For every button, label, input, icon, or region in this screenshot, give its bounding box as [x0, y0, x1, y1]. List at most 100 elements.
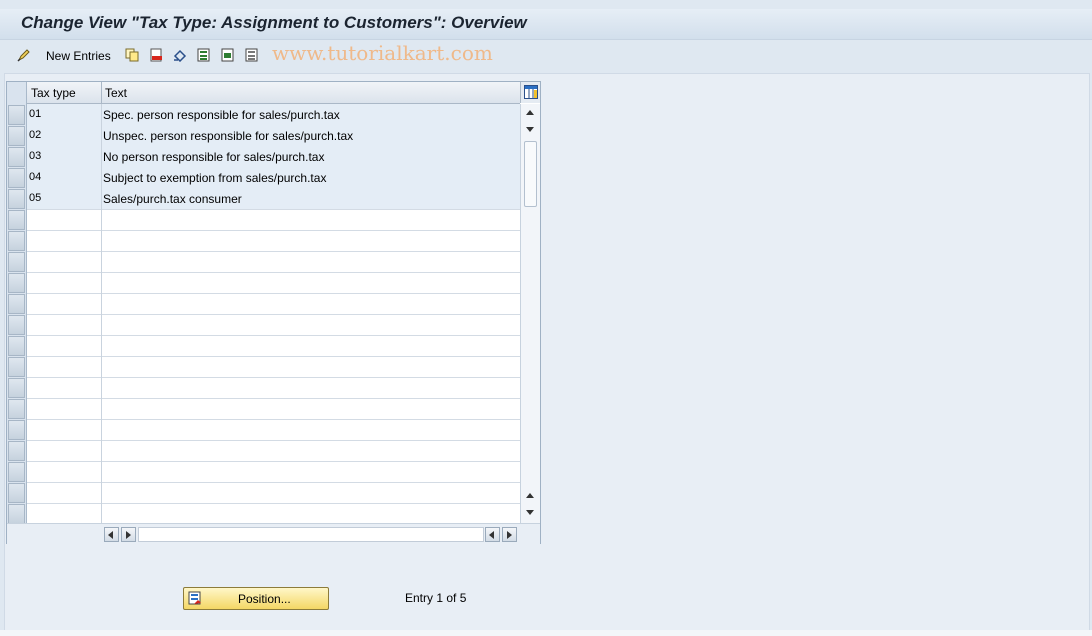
- table-row: [27, 314, 520, 336]
- table-row[interactable]: 02 Unspec. person responsible for sales/p…: [27, 125, 520, 147]
- table-settings-button[interactable]: [520, 82, 540, 103]
- title-bar: Change View "Tax Type: Assignment to Cus…: [0, 9, 1092, 40]
- scroll-left-button[interactable]: [485, 527, 500, 542]
- column-header-text[interactable]: Text: [105, 86, 127, 100]
- select-all-icon[interactable]: [197, 48, 211, 62]
- application-toolbar: New Entries www.tutorialkart.com: [0, 40, 1092, 72]
- cell-text: Unspec. person responsible for sales/pur…: [103, 129, 354, 143]
- column-separator: [101, 293, 102, 314]
- change-display-icon[interactable]: [17, 48, 31, 62]
- row-selector[interactable]: [8, 231, 25, 251]
- new-entries-button[interactable]: New Entries: [46, 49, 111, 63]
- table-row[interactable]: 03 No person responsible for sales/purch.…: [27, 146, 520, 168]
- scroll-left-button[interactable]: [104, 527, 119, 542]
- row-selector[interactable]: [8, 294, 25, 314]
- vertical-scrollbar[interactable]: [520, 104, 540, 523]
- table-row: [27, 335, 520, 357]
- row-selector[interactable]: [8, 105, 25, 125]
- column-separator: [101, 419, 102, 440]
- table-row[interactable]: 01 Spec. person responsible for sales/pur…: [27, 104, 520, 126]
- undo-icon[interactable]: [173, 48, 187, 62]
- row-selector[interactable]: [8, 126, 25, 146]
- cell-tax-type: 04: [29, 171, 42, 183]
- column-separator: [101, 503, 102, 524]
- row-selector[interactable]: [8, 420, 25, 440]
- row-selector[interactable]: [8, 462, 25, 482]
- table-row: [27, 398, 520, 420]
- scroll-down-icon[interactable]: [526, 127, 534, 132]
- row-selector[interactable]: [8, 189, 25, 209]
- row-selector[interactable]: [8, 441, 25, 461]
- table-row: [27, 356, 520, 378]
- column-separator: [101, 377, 102, 398]
- row-selector[interactable]: [8, 147, 25, 167]
- row-selector[interactable]: [8, 483, 25, 503]
- table-row: [27, 440, 520, 462]
- copy-icon[interactable]: [125, 48, 139, 62]
- table-row: [27, 251, 520, 273]
- table-settings-icon: [524, 85, 538, 99]
- column-separator: [101, 167, 102, 188]
- cell-text: Spec. person responsible for sales/purch…: [103, 108, 340, 122]
- status-strip: [0, 630, 1092, 636]
- cell-text: No person responsible for sales/purch.ta…: [103, 150, 325, 164]
- chevron-left-icon: [108, 531, 113, 539]
- scrollbar-thumb[interactable]: [524, 141, 537, 207]
- column-separator: [101, 146, 102, 167]
- delete-icon[interactable]: [149, 48, 163, 62]
- row-selector[interactable]: [8, 504, 25, 524]
- table-row[interactable]: 05 Sales/purch.tax consumer: [27, 188, 520, 210]
- horizontal-scrollbar[interactable]: [138, 527, 484, 542]
- column-separator: [101, 188, 102, 209]
- chevron-left-icon: [489, 531, 494, 539]
- row-selector[interactable]: [8, 210, 25, 230]
- column-separator: [101, 356, 102, 377]
- table-row: [27, 461, 520, 483]
- column-separator: [101, 398, 102, 419]
- column-separator: [101, 82, 102, 103]
- row-selector-column: [7, 82, 27, 524]
- scroll-up-icon[interactable]: [526, 493, 534, 498]
- scroll-right-button[interactable]: [502, 527, 517, 542]
- cell-tax-type: 02: [29, 129, 42, 141]
- row-selector[interactable]: [8, 399, 25, 419]
- column-separator: [101, 125, 102, 146]
- cell-tax-type: 05: [29, 192, 42, 204]
- column-separator: [101, 251, 102, 272]
- column-separator: [101, 335, 102, 356]
- horizontal-scroll-area: [7, 523, 540, 544]
- entry-counter: Entry 1 of 5: [405, 591, 467, 605]
- cell-text: Subject to exemption from sales/purch.ta…: [103, 171, 327, 185]
- column-separator: [101, 482, 102, 503]
- position-button-label: Position...: [238, 592, 291, 606]
- table-header: Tax type Text: [27, 82, 520, 104]
- row-selector[interactable]: [8, 336, 25, 356]
- row-selector[interactable]: [8, 378, 25, 398]
- table-control: Tax type Text 01 Spec. person responsible…: [6, 81, 541, 544]
- row-selector[interactable]: [8, 357, 25, 377]
- scroll-right-button[interactable]: [121, 527, 136, 542]
- deselect-all-icon[interactable]: [245, 48, 259, 62]
- table-row: [27, 419, 520, 441]
- table-row: [27, 377, 520, 399]
- row-selector[interactable]: [8, 315, 25, 335]
- cell-tax-type: 03: [29, 150, 42, 162]
- scroll-down-icon[interactable]: [526, 510, 534, 515]
- row-selector[interactable]: [8, 273, 25, 293]
- row-selector[interactable]: [8, 168, 25, 188]
- row-selector[interactable]: [8, 252, 25, 272]
- table-row: [27, 503, 520, 525]
- position-icon: [188, 591, 201, 605]
- page-title: Change View "Tax Type: Assignment to Cus…: [21, 13, 527, 32]
- table-row[interactable]: 04 Subject to exemption from sales/purch.…: [27, 167, 520, 189]
- column-header-tax-type[interactable]: Tax type: [31, 86, 76, 100]
- column-separator: [101, 314, 102, 335]
- cell-tax-type: 01: [29, 108, 42, 120]
- table-row: [27, 230, 520, 252]
- table-row: [27, 482, 520, 504]
- scroll-up-icon[interactable]: [526, 110, 534, 115]
- watermark: www.tutorialkart.com: [272, 41, 493, 65]
- column-separator: [101, 272, 102, 293]
- select-block-icon[interactable]: [221, 48, 235, 62]
- position-button[interactable]: Position...: [183, 587, 329, 610]
